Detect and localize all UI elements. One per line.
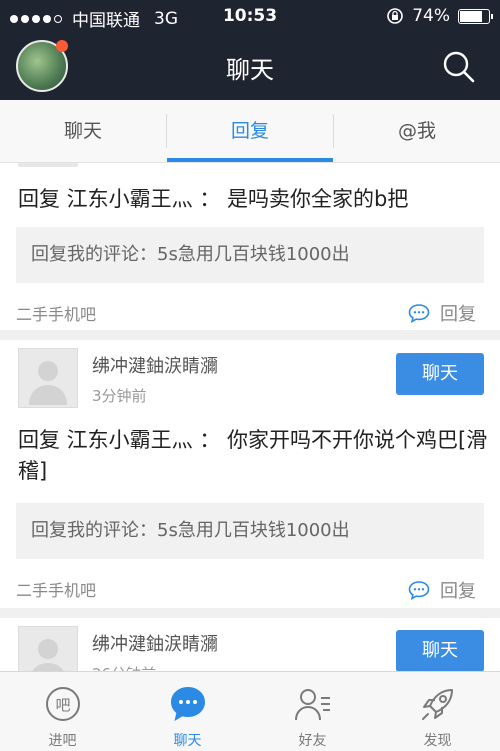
divider (0, 330, 500, 340)
friends-icon (295, 689, 330, 721)
active-tab-indicator (167, 158, 333, 162)
comment-icon (408, 581, 430, 600)
tab-reply[interactable]: 回复 (167, 100, 333, 162)
tabbar-item-chat[interactable]: 聊天 (125, 672, 250, 751)
reply-button-label: 回复 (440, 304, 476, 325)
tabbar-item-forums[interactable]: 吧 进吧 (0, 672, 125, 751)
rocket-icon (422, 689, 453, 720)
rotation-lock-icon (387, 8, 404, 24)
reply-button[interactable]: 回复 (408, 300, 476, 326)
reply-text[interactable]: 回复 江东小霸王灬 ： 是吗卖你全家的b把 (18, 184, 488, 215)
chat-button[interactable]: 聊天 (396, 630, 484, 671)
forum-icon: 吧 (46, 687, 80, 721)
avatar[interactable] (18, 626, 78, 671)
avatar (18, 163, 78, 167)
timestamp: 3分钟前 (92, 387, 147, 405)
navigation-bar: 聊天 (0, 32, 500, 100)
chat-button[interactable]: 聊天 (396, 353, 484, 395)
tabbar-label: 发现 (423, 733, 452, 749)
bottom-tab-bar: 吧 进吧 聊天 好友 发现 (0, 671, 500, 751)
forum-name[interactable]: 二手手机吧 (16, 301, 96, 325)
default-avatar-icon (29, 361, 67, 405)
avatar[interactable] (18, 348, 78, 408)
svg-text:吧: 吧 (55, 696, 70, 714)
segment-tabs: 聊天 回复 @我 (0, 100, 500, 163)
battery-percent: 74% (412, 6, 450, 26)
tabbar-label: 好友 (298, 733, 327, 749)
reply-button-label: 回复 (440, 581, 476, 602)
reply-text[interactable]: 回复 江东小霸王灬 ： 你家开吗不开你说个鸡巴[滑稽] (18, 425, 488, 487)
tab-chat[interactable]: 聊天 (0, 100, 166, 162)
page-title: 聊天 (226, 56, 274, 84)
chat-bubble-icon (171, 687, 205, 721)
tabbar-item-friends[interactable]: 好友 (250, 672, 375, 751)
forum-name[interactable]: 二手手机吧 (16, 577, 96, 601)
search-icon[interactable] (442, 50, 476, 84)
status-right: 74% (386, 6, 493, 26)
quoted-comment[interactable]: 回复我的评论：5s急用几百块钱1000出 (16, 227, 484, 283)
user-name[interactable]: 绋冲湕鈾涙睛瀰 (92, 352, 218, 378)
timestamp: 26分钟前 (92, 663, 156, 671)
status-bar: 中国联通 3G 10:53 74% (0, 0, 500, 32)
tabbar-label: 进吧 (48, 733, 77, 749)
comment-icon (408, 304, 430, 323)
user-name[interactable]: 绋冲湕鈾涙睛瀰 (92, 630, 218, 656)
divider (0, 608, 500, 618)
tab-mentions[interactable]: @我 (334, 100, 500, 162)
reply-list[interactable]: 回复 江东小霸王灬 ： 是吗卖你全家的b把 回复我的评论：5s急用几百块钱100… (0, 163, 500, 671)
tabbar-item-discover[interactable]: 发现 (375, 672, 500, 751)
quoted-comment[interactable]: 回复我的评论：5s急用几百块钱1000出 (16, 503, 484, 559)
reply-card: 绋冲湕鈾涙睛瀰 3分钟前 聊天 回复 江东小霸王灬 ： 你家开吗不开你说个鸡巴[… (0, 340, 500, 608)
reply-card: 绋冲湕鈾涙睛瀰 26分钟前 聊天 (0, 618, 500, 671)
reply-card: 回复 江东小霸王灬 ： 是吗卖你全家的b把 回复我的评论：5s急用几百块钱100… (0, 163, 500, 330)
reply-button[interactable]: 回复 (408, 577, 476, 603)
default-avatar-icon (32, 639, 64, 671)
battery-icon (458, 8, 493, 24)
tabbar-label: 聊天 (173, 733, 202, 749)
